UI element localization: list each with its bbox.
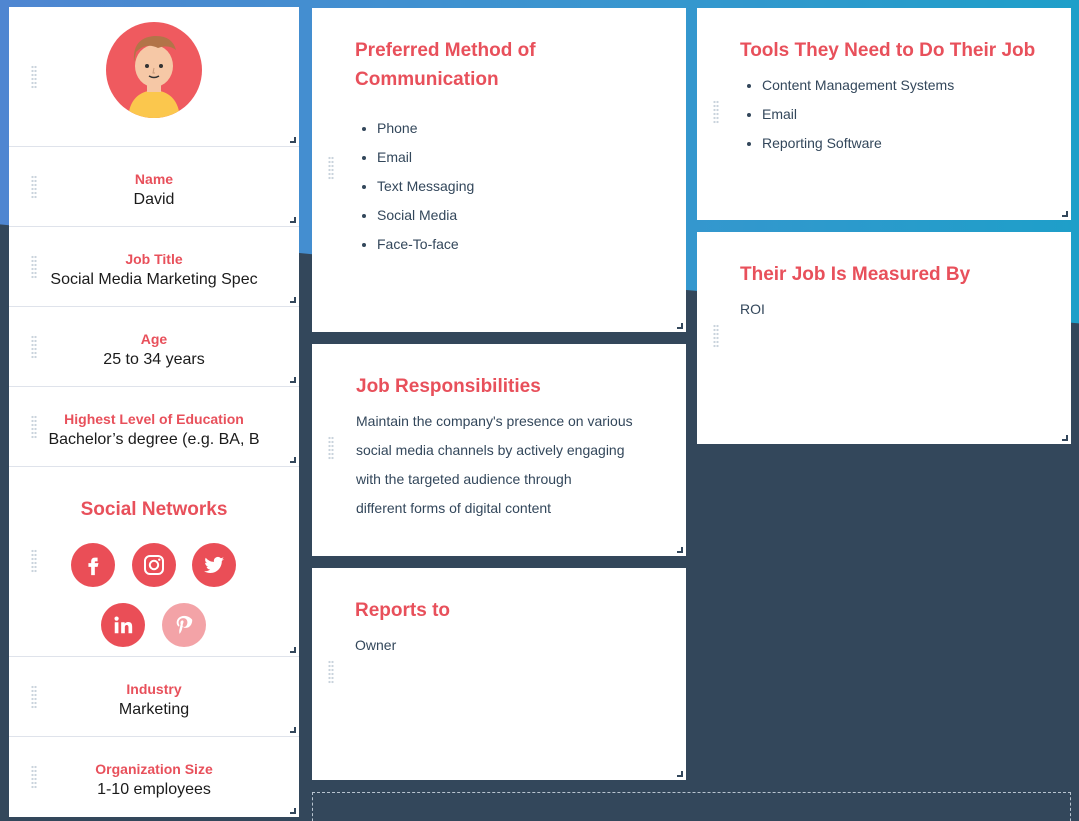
drag-handle-icon[interactable] [328,660,334,684]
education-field[interactable]: Highest Level of Education Bachelor’s de… [9,387,299,467]
drag-handle-icon[interactable] [31,549,37,573]
communication-title: Preferred Method of Communication [355,40,536,90]
list-item: Phone [377,114,646,143]
resize-handle-icon[interactable] [290,647,296,653]
drag-handle-icon[interactable] [31,255,37,279]
tools-title: Tools They Need to Do Their Job [740,40,1036,61]
drag-handle-icon[interactable] [713,100,719,124]
job-title-value: Social Media Marketing Spec [50,271,258,288]
avatar-section[interactable] [9,7,299,147]
education-value: Bachelor’s degree (e.g. BA, B [48,431,260,448]
name-value: David [133,191,175,208]
add-section-dropzone[interactable] [312,792,1071,821]
job-responsibilities-text: Maintain the company's presence on vario… [356,407,666,523]
reports-to-value: Owner [355,637,397,653]
organization-size-field[interactable]: Organization Size 1-10 employees [9,737,299,817]
list-item: Content Management Systems [762,71,1051,100]
text-line: social media channels by actively engagi… [356,442,625,458]
age-value: 25 to 34 years [103,351,205,368]
age-label: Age [140,331,168,347]
name-field[interactable]: Name David [9,147,299,227]
social-networks-title: Social Networks [80,499,228,520]
text-line: different forms of digital content [356,500,552,516]
list-item: Email [762,100,1051,129]
resize-handle-icon[interactable] [677,323,683,329]
drag-handle-icon[interactable] [713,324,719,348]
list-item: Social Media [377,201,646,230]
drag-handle-icon[interactable] [31,65,37,89]
drag-handle-icon[interactable] [328,436,334,460]
resize-handle-icon[interactable] [290,808,296,814]
drag-handle-icon[interactable] [31,685,37,709]
communication-card[interactable]: Preferred Method of Communication Phone … [312,8,686,332]
job-responsibilities-card[interactable]: Job Responsibilities Maintain the compan… [312,344,686,556]
resize-handle-icon[interactable] [1062,211,1068,217]
twitter-icon[interactable] [192,543,236,587]
pinterest-icon[interactable] [162,603,206,647]
organization-size-label: Organization Size [95,761,213,777]
resize-handle-icon[interactable] [290,727,296,733]
measured-by-title: Their Job Is Measured By [740,264,971,285]
job-title-field[interactable]: Job Title Social Media Marketing Spec [9,227,299,307]
text-line: Maintain the company's presence on vario… [356,413,633,429]
industry-field[interactable]: Industry Marketing [9,657,299,737]
reports-to-title: Reports to [355,600,450,621]
organization-size-value: 1-10 employees [97,781,211,798]
measured-by-value: ROI [740,301,765,317]
linkedin-icon[interactable] [101,603,145,647]
instagram-icon[interactable] [132,543,176,587]
drag-handle-icon[interactable] [31,175,37,199]
social-networks-section[interactable]: Social Networks [9,467,299,657]
resize-handle-icon[interactable] [1062,435,1068,441]
communication-list: Phone Email Text Messaging Social Media … [377,114,646,259]
list-item: Face-To-face [377,230,646,259]
list-item: Reporting Software [762,129,1051,158]
text-line: with the targeted audience through [356,471,572,487]
education-label: Highest Level of Education [64,411,244,427]
resize-handle-icon[interactable] [677,547,683,553]
list-item: Text Messaging [377,172,646,201]
resize-handle-icon[interactable] [290,137,296,143]
resize-handle-icon[interactable] [290,457,296,463]
resize-handle-icon[interactable] [290,377,296,383]
age-field[interactable]: Age 25 to 34 years [9,307,299,387]
tools-list: Content Management Systems Email Reporti… [762,71,1051,158]
resize-handle-icon[interactable] [677,771,683,777]
reports-to-card[interactable]: Reports to Owner [312,568,686,780]
drag-handle-icon[interactable] [328,156,334,180]
avatar [106,22,202,118]
measured-by-card[interactable]: Their Job Is Measured By ROI [697,232,1071,444]
list-item: Email [377,143,646,172]
drag-handle-icon[interactable] [31,335,37,359]
name-label: Name [134,171,174,187]
resize-handle-icon[interactable] [290,217,296,223]
facebook-icon[interactable] [71,543,115,587]
industry-label: Industry [126,681,182,697]
industry-value: Marketing [118,701,190,718]
job-title-label: Job Title [125,251,183,267]
drag-handle-icon[interactable] [31,765,37,789]
job-responsibilities-title: Job Responsibilities [356,376,541,397]
drag-handle-icon[interactable] [31,415,37,439]
tools-card[interactable]: Tools They Need to Do Their Job Content … [697,8,1071,220]
resize-handle-icon[interactable] [290,297,296,303]
